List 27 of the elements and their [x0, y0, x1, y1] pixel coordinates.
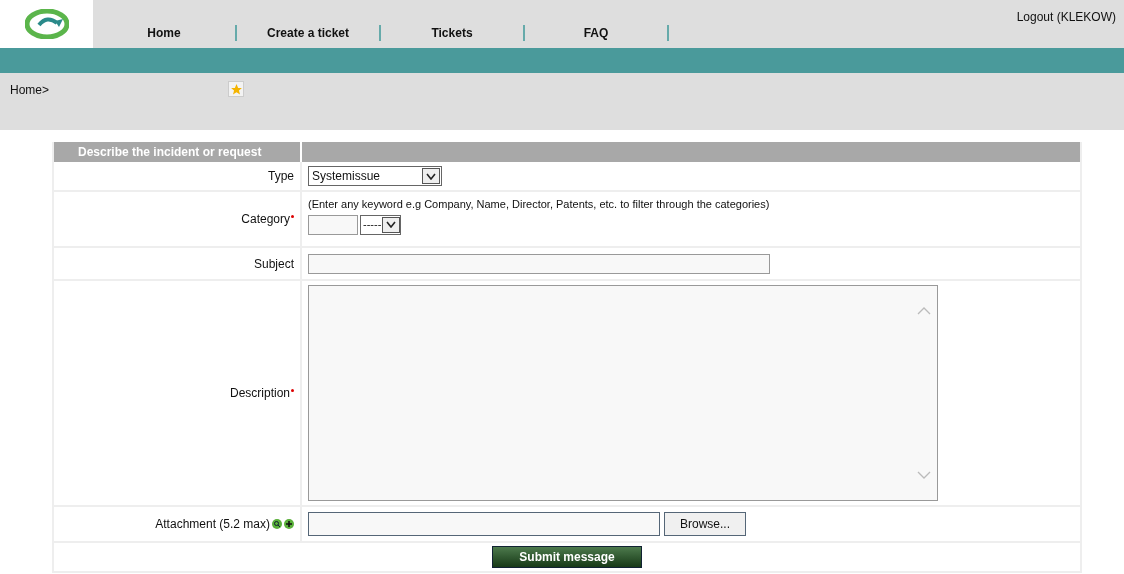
- search-icon[interactable]: [272, 519, 282, 529]
- add-icon[interactable]: [284, 519, 294, 529]
- submit-button[interactable]: Submit message: [492, 546, 642, 568]
- field-label: Type: [268, 168, 294, 185]
- category-hint: (Enter any keyword e.g Company, Name, Director, Patents, etc. to filter through the categories): [308, 197, 770, 212]
- nav-link[interactable]: FAQ: [525, 24, 667, 42]
- description-field[interactable]: [308, 285, 938, 501]
- category-select[interactable]: -----: [360, 214, 402, 235]
- field-label: Subject: [253, 255, 294, 273]
- nav-link[interactable]: Home: [93, 24, 235, 42]
- logout-link[interactable]: Logout (KLEKOW): [1016, 0, 1124, 48]
- category-filter-field[interactable]: [308, 214, 358, 235]
- field-label: Description: [229, 385, 290, 402]
- field-label: Category: [241, 211, 290, 228]
- type-select[interactable]: Systemissue: [308, 166, 442, 186]
- form-title: Describe the incident or request: [54, 142, 302, 162]
- logo-icon: [24, 9, 69, 39]
- scroll-down-icon[interactable]: [917, 471, 931, 480]
- subject-field[interactable]: [308, 253, 770, 274]
- attachment-field[interactable]: [308, 512, 660, 536]
- field-label: Attachment (5.2 max): [155, 516, 270, 533]
- nav-link[interactable]: Tickets: [381, 24, 523, 42]
- nav-link[interactable]: Create a ticket: [237, 24, 379, 42]
- scroll-up-icon[interactable]: [917, 306, 931, 315]
- browse-button[interactable]: Browse...: [664, 512, 746, 536]
- breadcrumb: Home>: [10, 82, 51, 99]
- favorite-star-icon[interactable]: [228, 81, 244, 97]
